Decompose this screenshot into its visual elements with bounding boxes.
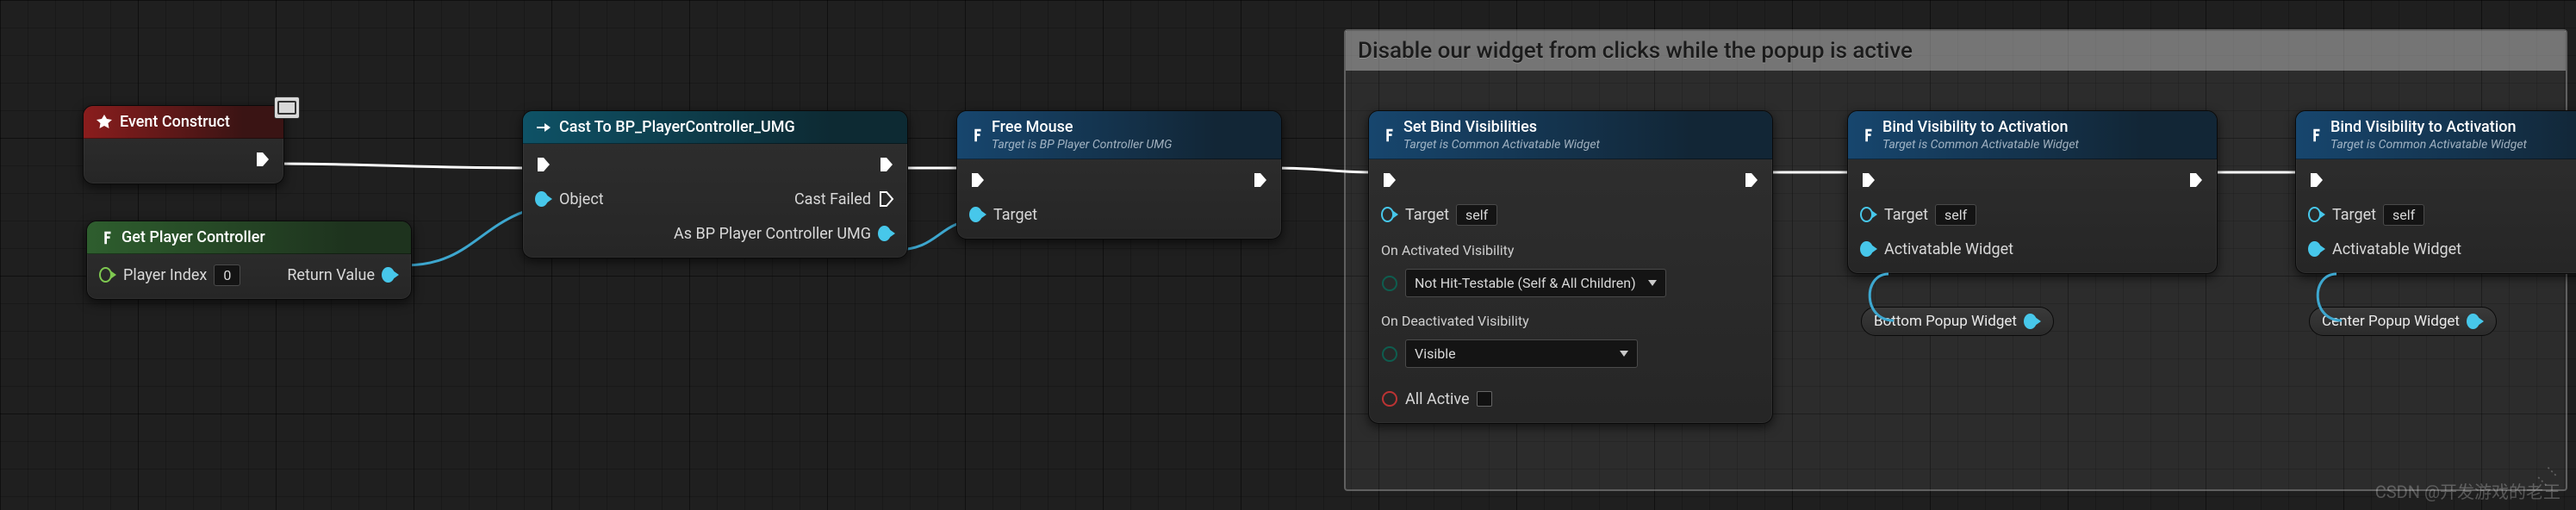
- variable-out-pin[interactable]: [2467, 313, 2484, 330]
- pin-label: Target: [1884, 206, 1928, 224]
- exec-in-pin[interactable]: [969, 171, 986, 189]
- pin-label: Cast Failed: [794, 190, 871, 208]
- target-self-value[interactable]: self: [1456, 204, 1497, 226]
- variable-get-center-popup[interactable]: Center Popup Widget: [2309, 307, 2497, 336]
- node-title: Bind Visibility to Activation: [2330, 118, 2517, 136]
- activatable-widget-pin[interactable]: [2308, 240, 2325, 258]
- node-free-mouse[interactable]: Free Mouse Target is BP Player Controlle…: [956, 110, 1282, 239]
- exec-in-pin[interactable]: [535, 156, 552, 173]
- exec-in-pin[interactable]: [1860, 171, 1877, 189]
- interface-badge-icon: [274, 96, 300, 119]
- on-deactivated-pin[interactable]: [1381, 345, 1398, 363]
- pin-label: Activatable Widget: [2332, 240, 2461, 258]
- node-title: Get Player Controller: [121, 228, 265, 246]
- target-pin[interactable]: [1860, 206, 1877, 223]
- blueprint-canvas[interactable]: { "comment": { "title": "Disable our wid…: [0, 0, 2576, 510]
- node-event-construct[interactable]: Event Construct: [83, 105, 284, 184]
- node-title: Event Construct: [120, 113, 230, 131]
- pin-label: All Active: [1405, 390, 1470, 408]
- node-subtitle: Target is Common Activatable Widget: [2330, 138, 2527, 152]
- all-active-pin[interactable]: [1381, 390, 1398, 407]
- target-pin[interactable]: [969, 206, 986, 223]
- function-icon: [2308, 128, 2324, 143]
- dropdown-value: Not Hit-Testable (Self & All Children): [1415, 275, 1636, 291]
- node-get-player-controller[interactable]: Get Player Controller Player Index 0 Ret…: [86, 221, 412, 300]
- node-subtitle: Target is Common Activatable Widget: [1403, 138, 1600, 152]
- node-title: Cast To BP_PlayerController_UMG: [559, 118, 795, 136]
- target-self-value[interactable]: self: [1935, 204, 1976, 226]
- node-bind-visibility-1[interactable]: Bind Visibility to Activation Target is …: [1847, 110, 2218, 274]
- node-title: Set Bind Visibilities: [1403, 118, 1537, 136]
- variable-label: Center Popup Widget: [2322, 313, 2460, 330]
- target-self-value[interactable]: self: [2383, 204, 2424, 226]
- variable-label: Bottom Popup Widget: [1874, 313, 2017, 330]
- chevron-down-icon: [1620, 351, 1628, 357]
- watermark: CSDN @开发游戏的老王: [2375, 478, 2560, 503]
- function-icon: [1860, 128, 1876, 143]
- on-activated-pin[interactable]: [1381, 275, 1398, 292]
- exec-out-pin[interactable]: [878, 156, 895, 173]
- on-activated-label: On Activated Visibility: [1381, 242, 1760, 258]
- player-index-pin[interactable]: [99, 266, 116, 283]
- cast-failed-pin[interactable]: [878, 190, 895, 208]
- activatable-widget-pin[interactable]: [1860, 240, 1877, 258]
- function-icon: [99, 230, 115, 246]
- pin-label: Target: [1405, 206, 1449, 224]
- comment-title[interactable]: Disable our widget from clicks while the…: [1346, 31, 2566, 71]
- pin-label: As BP Player Controller UMG: [674, 225, 871, 243]
- on-deactivated-label: On Deactivated Visibility: [1381, 313, 1760, 329]
- target-pin[interactable]: [2308, 206, 2325, 223]
- exec-in-pin[interactable]: [1381, 171, 1398, 189]
- target-pin[interactable]: [1381, 206, 1398, 223]
- exec-out-pin[interactable]: [1743, 171, 1760, 189]
- player-index-value[interactable]: 0: [214, 264, 240, 286]
- object-pin[interactable]: [535, 190, 552, 208]
- function-icon: [969, 128, 985, 143]
- node-title: Bind Visibility to Activation: [1882, 118, 2069, 136]
- exec-out-pin[interactable]: [1252, 171, 1269, 189]
- pin-label: Target: [2332, 206, 2376, 224]
- event-icon: [96, 114, 113, 131]
- dropdown-value: Visible: [1415, 345, 1456, 362]
- exec-out-pin[interactable]: [2187, 171, 2205, 189]
- pin-label: Player Index: [123, 266, 207, 284]
- all-active-checkbox[interactable]: [1477, 391, 1492, 407]
- pin-label: Return Value: [287, 266, 375, 284]
- cast-icon: [535, 119, 552, 136]
- chevron-down-icon: [1648, 280, 1657, 286]
- exec-out-pin[interactable]: [254, 151, 271, 168]
- pin-label: Target: [993, 206, 1037, 224]
- node-title: Free Mouse: [992, 118, 1073, 136]
- as-controller-pin[interactable]: [878, 225, 895, 242]
- node-subtitle: Target is Common Activatable Widget: [1882, 138, 2079, 152]
- function-icon: [1381, 128, 1397, 143]
- variable-get-bottom-popup[interactable]: Bottom Popup Widget: [1861, 307, 2054, 336]
- exec-in-pin[interactable]: [2308, 171, 2325, 189]
- variable-out-pin[interactable]: [2024, 313, 2041, 330]
- node-set-bind-visibilities[interactable]: Set Bind Visibilities Target is Common A…: [1368, 110, 1773, 424]
- node-bind-visibility-2[interactable]: Bind Visibility to Activation Target is …: [2295, 110, 2576, 274]
- node-cast-to-bp-playercontroller[interactable]: Cast To BP_PlayerController_UMG Object C…: [522, 110, 908, 258]
- node-subtitle: Target is BP Player Controller UMG: [992, 138, 1172, 152]
- pin-label: Activatable Widget: [1884, 240, 2013, 258]
- on-deactivated-dropdown[interactable]: Visible: [1405, 339, 1638, 368]
- return-value-pin[interactable]: [382, 266, 399, 283]
- pin-label: Object: [559, 190, 604, 208]
- on-activated-dropdown[interactable]: Not Hit-Testable (Self & All Children): [1405, 269, 1666, 297]
